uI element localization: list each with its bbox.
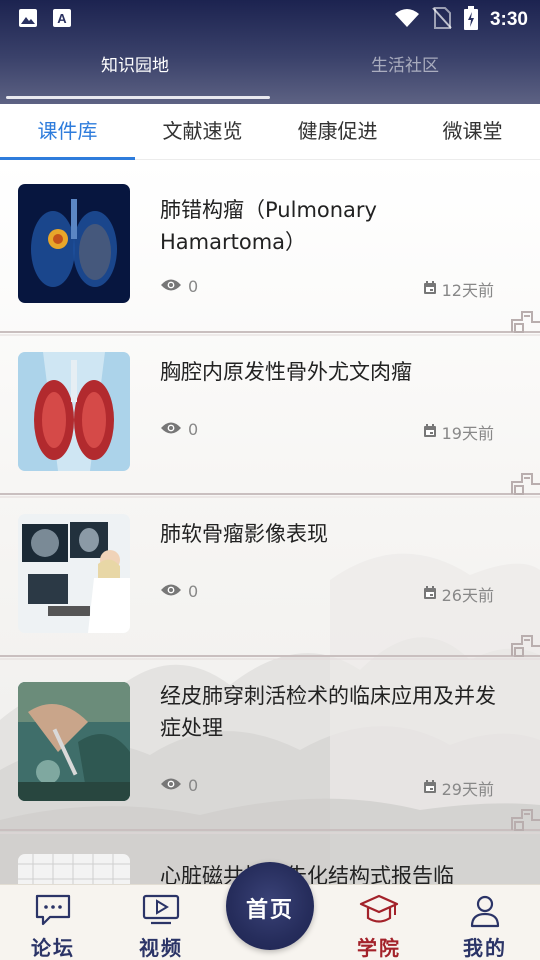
nav-profile[interactable]: 我的 xyxy=(435,885,535,960)
nav-video[interactable]: 视频 xyxy=(111,885,211,960)
publish-date: 29天前 xyxy=(441,780,494,799)
publish-date: 12天前 xyxy=(441,281,494,300)
home-label: 首页 xyxy=(245,897,294,923)
publish-date: 19天前 xyxy=(441,424,494,443)
article-list[interactable]: 肺错构瘤（Pulmonary Hamartoma） 0 12天前 胸腔内原发性骨… xyxy=(0,160,540,884)
tab-health-promotion[interactable]: 健康促进 xyxy=(270,104,405,159)
calendar-icon xyxy=(423,423,437,442)
status-bar: A 3:30 xyxy=(0,0,540,36)
calendar-icon xyxy=(423,779,437,798)
view-count: 0 xyxy=(188,582,199,601)
wifi-icon xyxy=(394,8,420,32)
image-icon xyxy=(18,8,38,32)
article-title: 经皮肺穿刺活检术的临床应用及并发症处理 xyxy=(160,684,496,740)
top-tab-bar: 知识园地 生活社区 xyxy=(0,44,540,100)
graduation-cap-icon xyxy=(359,893,399,931)
eye-icon xyxy=(160,776,182,795)
article-thumbnail xyxy=(18,854,130,884)
no-sim-icon xyxy=(432,7,452,33)
article-thumbnail xyxy=(18,682,130,801)
eye-icon xyxy=(160,277,182,296)
category-tab-bar: 课件库 文献速览 健康促进 微课堂 xyxy=(0,104,540,160)
article-thumbnail xyxy=(18,184,130,303)
article-title: 胸腔内原发性骨外尤文肉瘤 xyxy=(160,360,412,384)
article-title: 心脏磁共振报告化结构式报告临 xyxy=(160,864,454,884)
nav-academy[interactable]: 学院 xyxy=(329,885,429,960)
user-icon xyxy=(467,893,503,933)
nav-label: 学院 xyxy=(357,936,401,960)
tab-micro-class[interactable]: 微课堂 xyxy=(405,104,540,159)
view-count: 0 xyxy=(188,776,199,795)
eye-icon xyxy=(160,420,182,439)
article-title: 肺错构瘤（Pulmonary Hamartoma） xyxy=(160,198,377,254)
tab-literature-overview[interactable]: 文献速览 xyxy=(135,104,270,159)
svg-text:A: A xyxy=(57,11,67,26)
article-thumbnail xyxy=(18,514,130,633)
nav-label: 我的 xyxy=(463,936,507,960)
home-button[interactable]: 首页 xyxy=(226,862,314,950)
status-time: 3:30 xyxy=(489,9,528,30)
video-icon xyxy=(142,893,180,931)
eye-icon xyxy=(160,582,182,601)
calendar-icon xyxy=(423,280,437,299)
battery-charging-icon xyxy=(463,6,478,34)
nav-forum[interactable]: 论坛 xyxy=(3,885,103,960)
chat-bubble-icon xyxy=(34,893,72,931)
nav-label: 论坛 xyxy=(31,936,75,960)
tab-courseware-library[interactable]: 课件库 xyxy=(0,104,135,160)
app-header: A 3:30 知识园地 生活社区 xyxy=(0,0,540,104)
tab-knowledge-garden[interactable]: 知识园地 xyxy=(0,44,270,100)
article-thumbnail xyxy=(18,352,130,471)
nav-label: 视频 xyxy=(139,936,183,960)
view-count: 0 xyxy=(188,277,199,296)
view-count: 0 xyxy=(188,420,199,439)
a-notification-icon: A xyxy=(52,8,72,32)
publish-date: 26天前 xyxy=(441,586,494,605)
tab-life-community[interactable]: 生活社区 xyxy=(270,44,540,100)
calendar-icon xyxy=(423,585,437,604)
article-title: 肺软骨瘤影像表现 xyxy=(160,522,328,546)
